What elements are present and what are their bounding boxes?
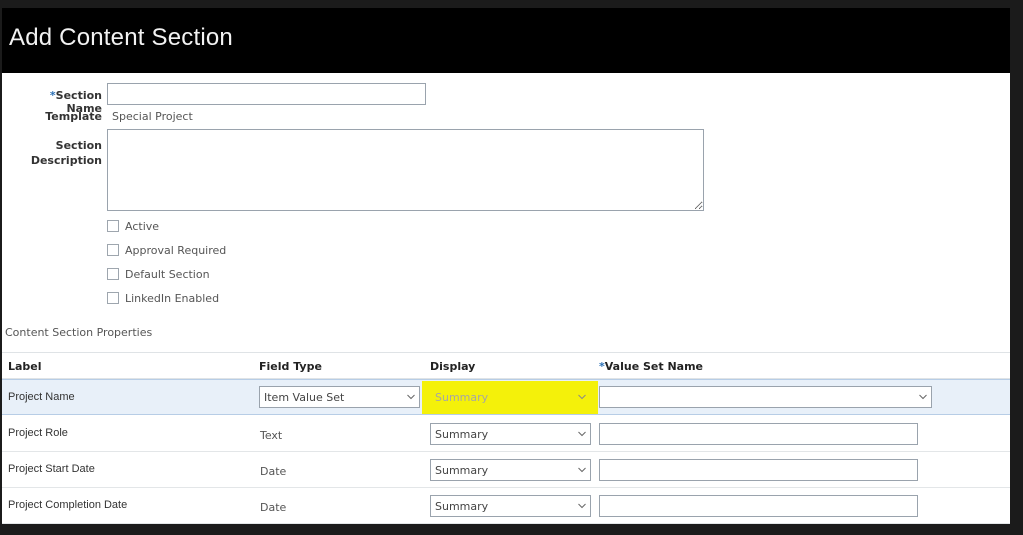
- chevron-down-icon: [574, 495, 590, 517]
- table-header: Label Field Type Display *Value Set Name: [2, 352, 1010, 379]
- linkedin-enabled-checkbox[interactable]: [107, 292, 119, 304]
- add-content-section-dialog: Add Content Section *Section Name Templa…: [2, 8, 1010, 524]
- value-set-name-input[interactable]: [599, 423, 918, 445]
- approval-required-checkbox-label: Approval Required: [125, 243, 227, 257]
- display-value: Summary: [435, 499, 489, 513]
- display-select[interactable]: Summary: [430, 386, 591, 408]
- section-description-textarea[interactable]: [107, 129, 704, 211]
- section-description-label-line2: Description: [30, 154, 102, 167]
- dialog-titlebar: Add Content Section: [2, 8, 1010, 73]
- default-section-checkbox-row[interactable]: Default Section: [107, 266, 210, 282]
- active-checkbox-label: Active: [125, 219, 160, 233]
- active-checkbox-row[interactable]: Active: [107, 218, 159, 234]
- row-label: Project Completion Date: [8, 499, 128, 511]
- chevron-down-icon: [915, 386, 931, 408]
- header-field-type: Field Type: [259, 360, 322, 373]
- linkedin-enabled-checkbox-label: LinkedIn Enabled: [125, 291, 220, 305]
- table-row: Project Role Text Summary: [2, 416, 1010, 452]
- active-checkbox[interactable]: [107, 220, 119, 232]
- row-label: Project Name: [8, 391, 75, 403]
- row-label: Project Role: [8, 427, 68, 439]
- display-select[interactable]: Summary: [430, 459, 591, 481]
- section-name-input[interactable]: [107, 83, 426, 105]
- field-type-select[interactable]: Item Value Set: [259, 386, 420, 408]
- display-select[interactable]: Summary: [430, 423, 591, 445]
- header-value-set-name: *Value Set Name: [599, 360, 703, 373]
- value-set-name-input[interactable]: [599, 459, 918, 481]
- field-type-value: Text: [260, 429, 283, 442]
- header-display: Display: [430, 360, 476, 373]
- section-description-label-line1: Section: [55, 139, 102, 152]
- default-section-checkbox[interactable]: [107, 268, 119, 280]
- display-value: Summary: [435, 463, 489, 477]
- dialog-title: Add Content Section: [9, 24, 233, 51]
- row-label: Project Start Date: [8, 463, 95, 475]
- header-value-set-name-text: Value Set Name: [604, 360, 704, 373]
- table-row[interactable]: Project Name Item Value Set Summary: [2, 379, 1010, 415]
- approval-required-checkbox[interactable]: [107, 244, 119, 256]
- table-row: Project Start Date Date Summary: [2, 452, 1010, 488]
- template-label: Template: [45, 110, 102, 123]
- field-type-value: Date: [260, 501, 287, 514]
- linkedin-enabled-checkbox-row[interactable]: LinkedIn Enabled: [107, 290, 219, 306]
- chevron-down-icon: [403, 386, 419, 408]
- screen-frame: Add Content Section *Section Name Templa…: [0, 0, 1023, 535]
- chevron-down-icon: [574, 386, 590, 408]
- table-row: Project Completion Date Date Summary: [2, 488, 1010, 524]
- default-section-checkbox-label: Default Section: [125, 267, 210, 281]
- value-set-name-select[interactable]: [599, 386, 932, 408]
- section-description-label: Section Description: [12, 138, 102, 168]
- field-type-value: Date: [260, 465, 287, 478]
- display-value: Summary: [435, 427, 489, 441]
- value-set-name-input[interactable]: [599, 495, 918, 517]
- chevron-down-icon: [574, 423, 590, 445]
- template-value: Special Project: [112, 110, 193, 123]
- field-type-value: Item Value Set: [264, 390, 345, 404]
- approval-required-checkbox-row[interactable]: Approval Required: [107, 242, 226, 258]
- content-section-properties-title: Content Section Properties: [5, 326, 153, 339]
- header-label: Label: [8, 360, 42, 373]
- chevron-down-icon: [574, 459, 590, 481]
- display-value: Summary: [435, 390, 489, 404]
- display-select[interactable]: Summary: [430, 495, 591, 517]
